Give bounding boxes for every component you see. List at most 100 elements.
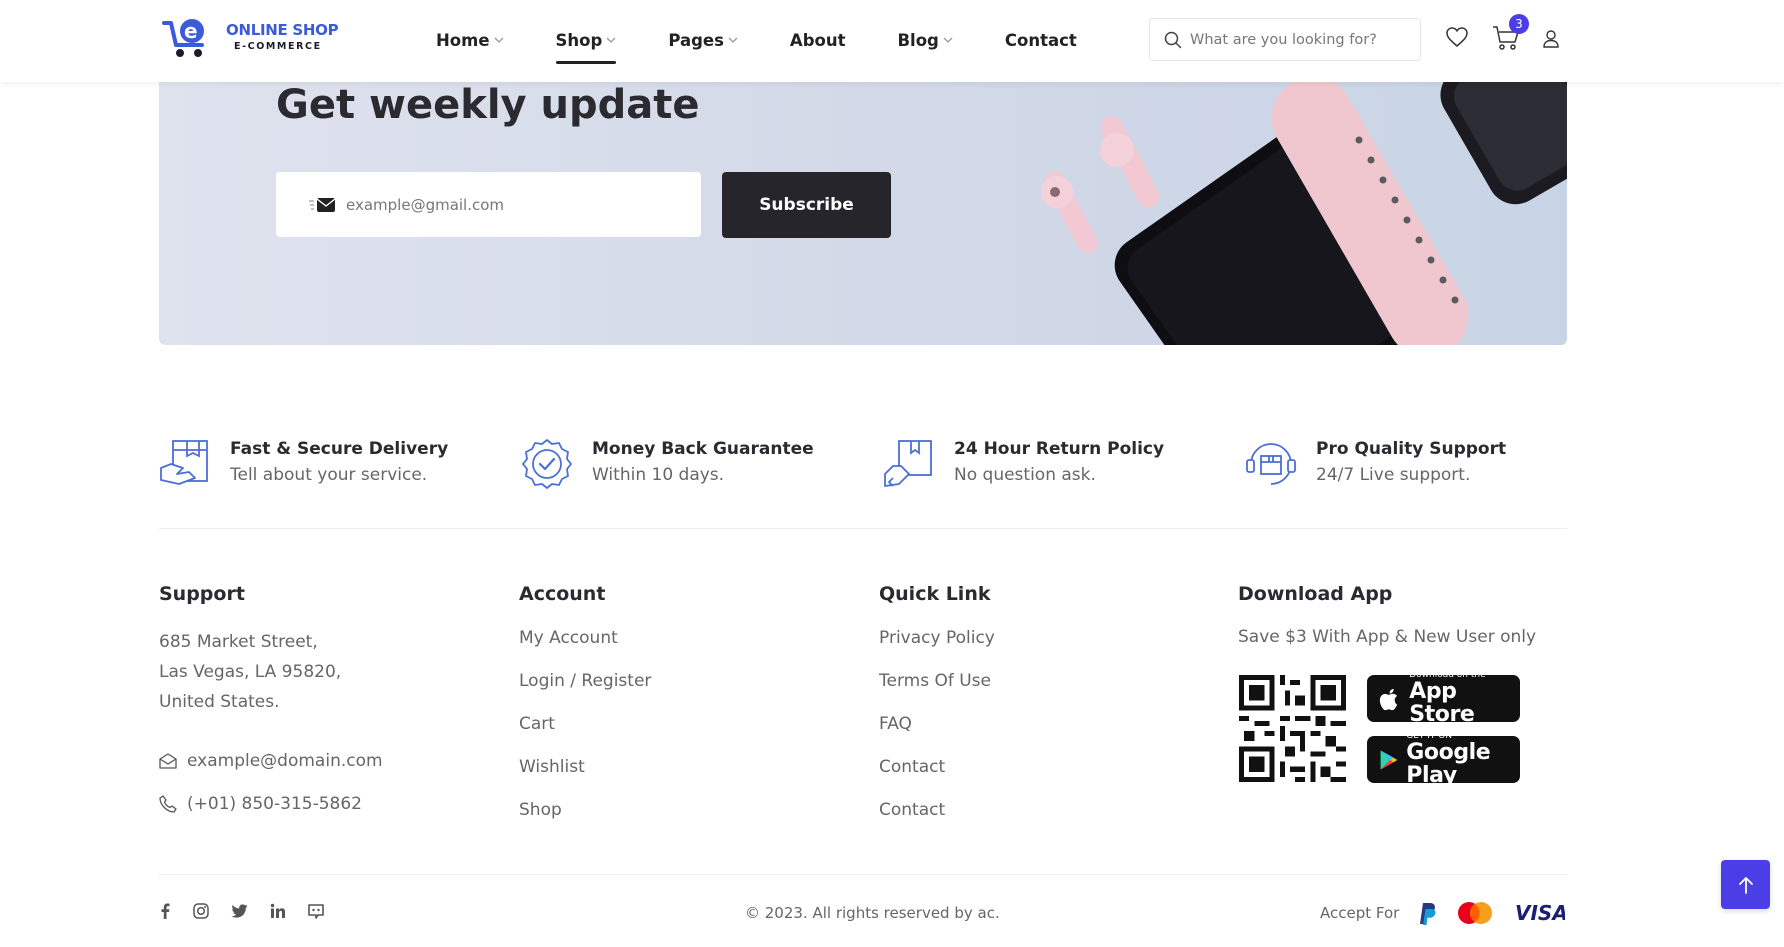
search-icon[interactable] <box>1164 31 1182 49</box>
banner-product-image <box>1041 82 1567 345</box>
nav-about-label: About <box>789 30 846 50</box>
support-email: example@domain.com <box>187 750 383 771</box>
feature-subtitle: No question ask. <box>954 465 1096 485</box>
app-store-button[interactable]: Download on the App Store <box>1367 670 1520 726</box>
cart-logo-icon: e <box>162 19 204 57</box>
cart-count-badge: 3 <box>1509 14 1529 34</box>
footer-link-terms-of-use[interactable]: Terms Of Use <box>879 670 995 713</box>
logo-subtitle: E-COMMERCE <box>234 40 322 52</box>
footer-link-contact[interactable]: Contact <box>879 799 995 842</box>
google-play-big-text: Google Play <box>1406 739 1491 788</box>
support-address-line: Las Vegas, LA 95820, <box>159 662 342 682</box>
discord-icon[interactable] <box>308 903 324 919</box>
footer-link-privacy-policy[interactable]: Privacy Policy <box>879 627 995 670</box>
support-phone-link[interactable]: (+01) 850-315-5862 <box>159 782 383 825</box>
divider <box>159 528 1567 529</box>
footer-link-login-register[interactable]: Login / Register <box>519 670 651 713</box>
feature-item: Fast & Secure Delivery Tell about your s… <box>159 438 448 490</box>
instagram-icon[interactable] <box>193 903 209 919</box>
arrow-up-icon <box>1738 876 1753 894</box>
feature-item: Money Back Guarantee Within 10 days. <box>521 438 814 490</box>
phone-icon <box>159 794 177 813</box>
subscribe-button[interactable]: Subscribe <box>722 172 891 238</box>
qr-code-image <box>1239 675 1346 782</box>
newsletter-email-input[interactable] <box>346 195 676 214</box>
features-strip: Fast & Secure Delivery Tell about your s… <box>159 438 1567 490</box>
apple-icon <box>1379 688 1398 710</box>
feature-item: 24 Hour Return Policy No question ask. <box>883 438 1164 490</box>
chevron-down-icon <box>728 37 738 43</box>
twitter-icon[interactable] <box>231 904 248 918</box>
feature-subtitle: Tell about your service. <box>230 465 428 485</box>
feature-title: 24 Hour Return Policy <box>954 439 1165 459</box>
app-store-big-text: App Store <box>1409 678 1475 727</box>
footer-link-contact[interactable]: Contact <box>879 756 995 799</box>
linkedin-icon[interactable] <box>270 903 286 919</box>
chevron-down-icon <box>606 37 616 43</box>
footer-link-wishlist[interactable]: Wishlist <box>519 756 651 799</box>
copyright-text: © 2023. All rights reserved by ac. <box>745 904 1000 922</box>
feature-title: Money Back Guarantee <box>592 439 814 459</box>
paypal-icon <box>1420 903 1436 925</box>
footer-link-my-account[interactable]: My Account <box>519 627 651 670</box>
nav-shop[interactable]: Shop <box>555 28 617 64</box>
logo-title: ONLINE SHOP <box>226 20 339 39</box>
badge-check-icon <box>522 439 572 489</box>
nav-about[interactable]: About <box>790 28 846 52</box>
nav-home[interactable]: Home <box>436 28 504 52</box>
site-header: e ONLINE SHOP E-COMMERCE Home Shop Pages… <box>0 0 1784 82</box>
support-email-link[interactable]: example@domain.com <box>159 739 383 782</box>
social-links <box>159 903 346 919</box>
nav-contact-label: Contact <box>1004 30 1077 50</box>
google-play-button[interactable]: GET IT ON Google Play <box>1367 731 1520 787</box>
feature-subtitle: 24/7 Live support. <box>1316 465 1471 485</box>
feature-title: Fast & Secure Delivery <box>230 439 449 459</box>
support-address-line: United States. <box>159 692 280 712</box>
footer-support: Support 685 Market Street, Las Vegas, LA… <box>159 583 383 825</box>
feature-title: Pro Quality Support <box>1316 439 1507 459</box>
svg-text:e: e <box>184 19 198 43</box>
google-play-icon <box>1380 749 1398 770</box>
scroll-to-top-button[interactable] <box>1721 860 1770 909</box>
footer-account-title: Account <box>519 583 606 605</box>
nav-pages-label: Pages <box>668 30 724 50</box>
visa-icon: VISA <box>1515 903 1565 923</box>
nav-pages[interactable]: Pages <box>668 28 738 52</box>
footer-account: Account My Account Login / Register Cart… <box>519 583 651 842</box>
support-address-line: 685 Market Street, <box>159 632 318 652</box>
nav-blog[interactable]: Blog <box>897 28 953 52</box>
nav-contact[interactable]: Contact <box>1005 28 1077 52</box>
logo[interactable]: e ONLINE SHOP E-COMMERCE <box>162 15 339 59</box>
feature-item: Pro Quality Support 24/7 Live support. <box>1245 438 1506 490</box>
footer-link-cart[interactable]: Cart <box>519 713 651 756</box>
footer-download-title: Download App <box>1238 583 1393 605</box>
feature-subtitle: Within 10 days. <box>592 465 725 485</box>
search-input[interactable] <box>1190 31 1410 48</box>
footer-quick-link-title: Quick Link <box>879 583 991 605</box>
nav-home-label: Home <box>436 30 490 50</box>
download-subtitle: Save $3 With App & New User only <box>1238 627 1537 647</box>
footer-quick-link: Quick Link Privacy Policy Terms Of Use F… <box>879 583 995 842</box>
mastercard-icon <box>1458 902 1492 924</box>
mail-icon <box>309 197 336 212</box>
newsletter-banner: Get weekly update Subscribe <box>159 82 1567 345</box>
footer-link-faq[interactable]: FAQ <box>879 713 995 756</box>
visa-text: VISA <box>1515 903 1565 923</box>
newsletter-email-box <box>276 172 701 237</box>
footer-link-shop[interactable]: Shop <box>519 799 651 842</box>
accept-for-label: Accept For <box>1320 904 1400 922</box>
facebook-icon[interactable] <box>159 903 171 919</box>
user-icon[interactable] <box>1542 29 1560 49</box>
footer-download-app: Download App Save $3 With App & New User… <box>1238 583 1536 647</box>
support-icon <box>1246 443 1296 485</box>
return-box-icon <box>884 440 932 487</box>
newsletter-title: Get weekly update <box>276 82 700 128</box>
heart-icon[interactable] <box>1445 26 1469 48</box>
search-box <box>1149 18 1421 61</box>
mail-icon <box>159 752 177 769</box>
support-phone: (+01) 850-315-5862 <box>187 793 362 814</box>
main-nav: Home Shop Pages About Blog Contact <box>436 28 1129 64</box>
delivery-box-icon <box>160 440 208 485</box>
nav-shop-label: Shop <box>555 30 603 50</box>
chevron-down-icon <box>943 37 953 43</box>
